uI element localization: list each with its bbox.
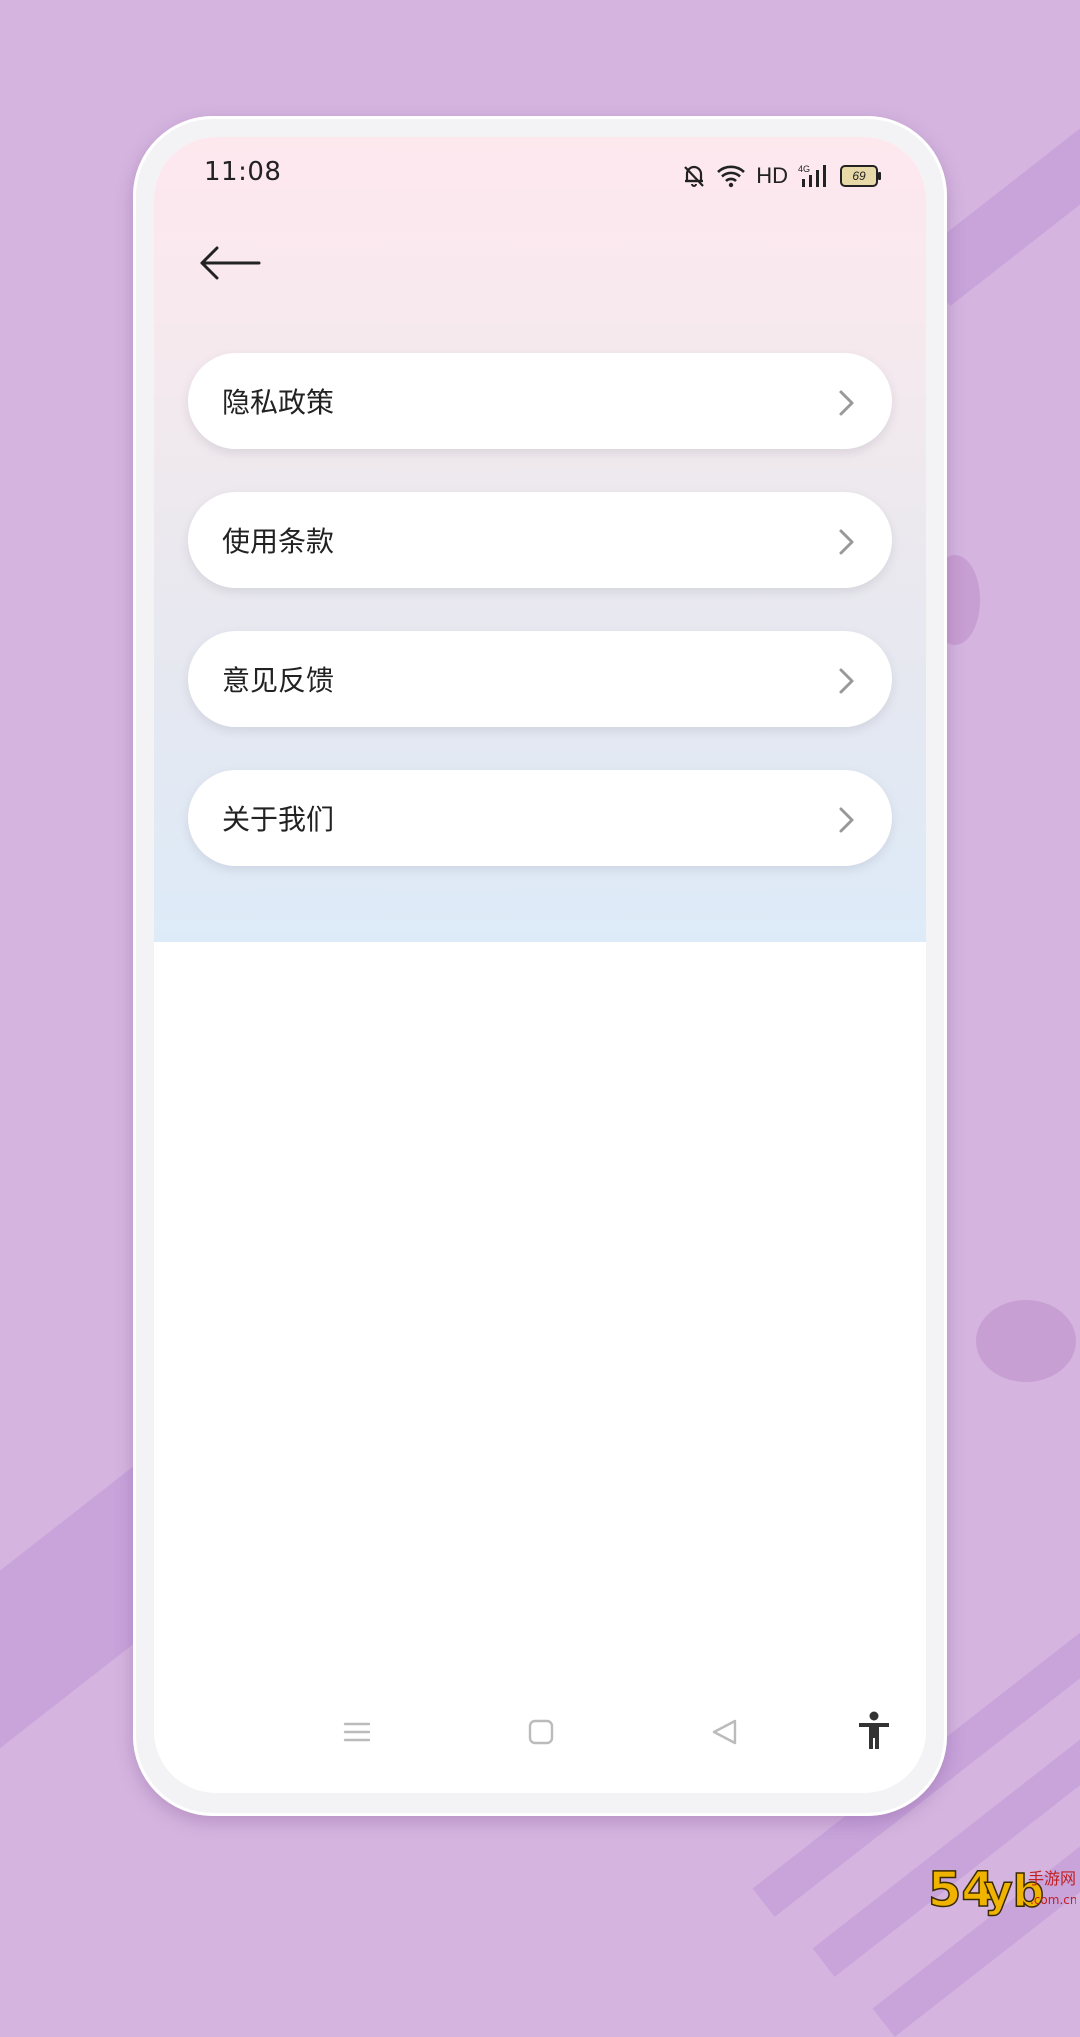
svg-text:手游网: 手游网 xyxy=(1028,1869,1076,1888)
chevron-right-icon xyxy=(839,390,854,416)
menu-item-about-us[interactable]: 关于我们 xyxy=(188,770,892,866)
svg-text:.com.cn: .com.cn xyxy=(1030,1893,1076,1907)
menu-icon[interactable] xyxy=(342,1717,372,1747)
bell-muted-icon xyxy=(684,165,705,187)
wifi-icon xyxy=(717,165,746,188)
chevron-right-icon xyxy=(839,807,854,833)
chevron-right-icon xyxy=(839,668,854,694)
back-triangle-icon[interactable] xyxy=(710,1717,740,1747)
status-icons: HD 4G 69 xyxy=(682,161,881,191)
system-nav-bar xyxy=(154,1711,926,1777)
menu-item-privacy-policy[interactable]: 隐私政策 xyxy=(188,353,892,449)
settings-menu: 隐私政策 使用条款 意见反馈 关于我们 xyxy=(188,353,892,909)
chevron-right-icon xyxy=(839,529,854,555)
network-type-label: HD xyxy=(756,163,788,188)
menu-item-label: 关于我们 xyxy=(222,803,335,836)
accessibility-icon[interactable] xyxy=(856,1711,892,1751)
battery-icon: 69 xyxy=(840,165,881,187)
status-bar: 11:08 HD 4G 69 xyxy=(154,137,926,213)
menu-item-label: 意见反馈 xyxy=(222,664,335,697)
arrow-left-icon xyxy=(200,246,261,280)
menu-item-label: 使用条款 xyxy=(222,525,335,558)
menu-item-terms-of-use[interactable]: 使用条款 xyxy=(188,492,892,588)
battery-level: 69 xyxy=(852,169,866,183)
home-square-icon[interactable] xyxy=(526,1717,556,1747)
signal-icon: 4G xyxy=(798,164,826,187)
back-button[interactable] xyxy=(190,229,270,297)
menu-item-label: 隐私政策 xyxy=(222,386,335,419)
menu-item-feedback[interactable]: 意见反馈 xyxy=(188,631,892,727)
watermark-logo: 54 yb 手游网 .com.cn xyxy=(927,1861,1076,1918)
phone-frame: 11:08 HD 4G 69 隐私政策 使用条款 意见反馈 关于我们 xyxy=(133,116,947,1816)
status-time: 11:08 xyxy=(204,157,282,187)
phone-screen: 11:08 HD 4G 69 隐私政策 使用条款 意见反馈 关于我们 xyxy=(154,137,926,1793)
signal-label: 4G xyxy=(798,164,810,174)
